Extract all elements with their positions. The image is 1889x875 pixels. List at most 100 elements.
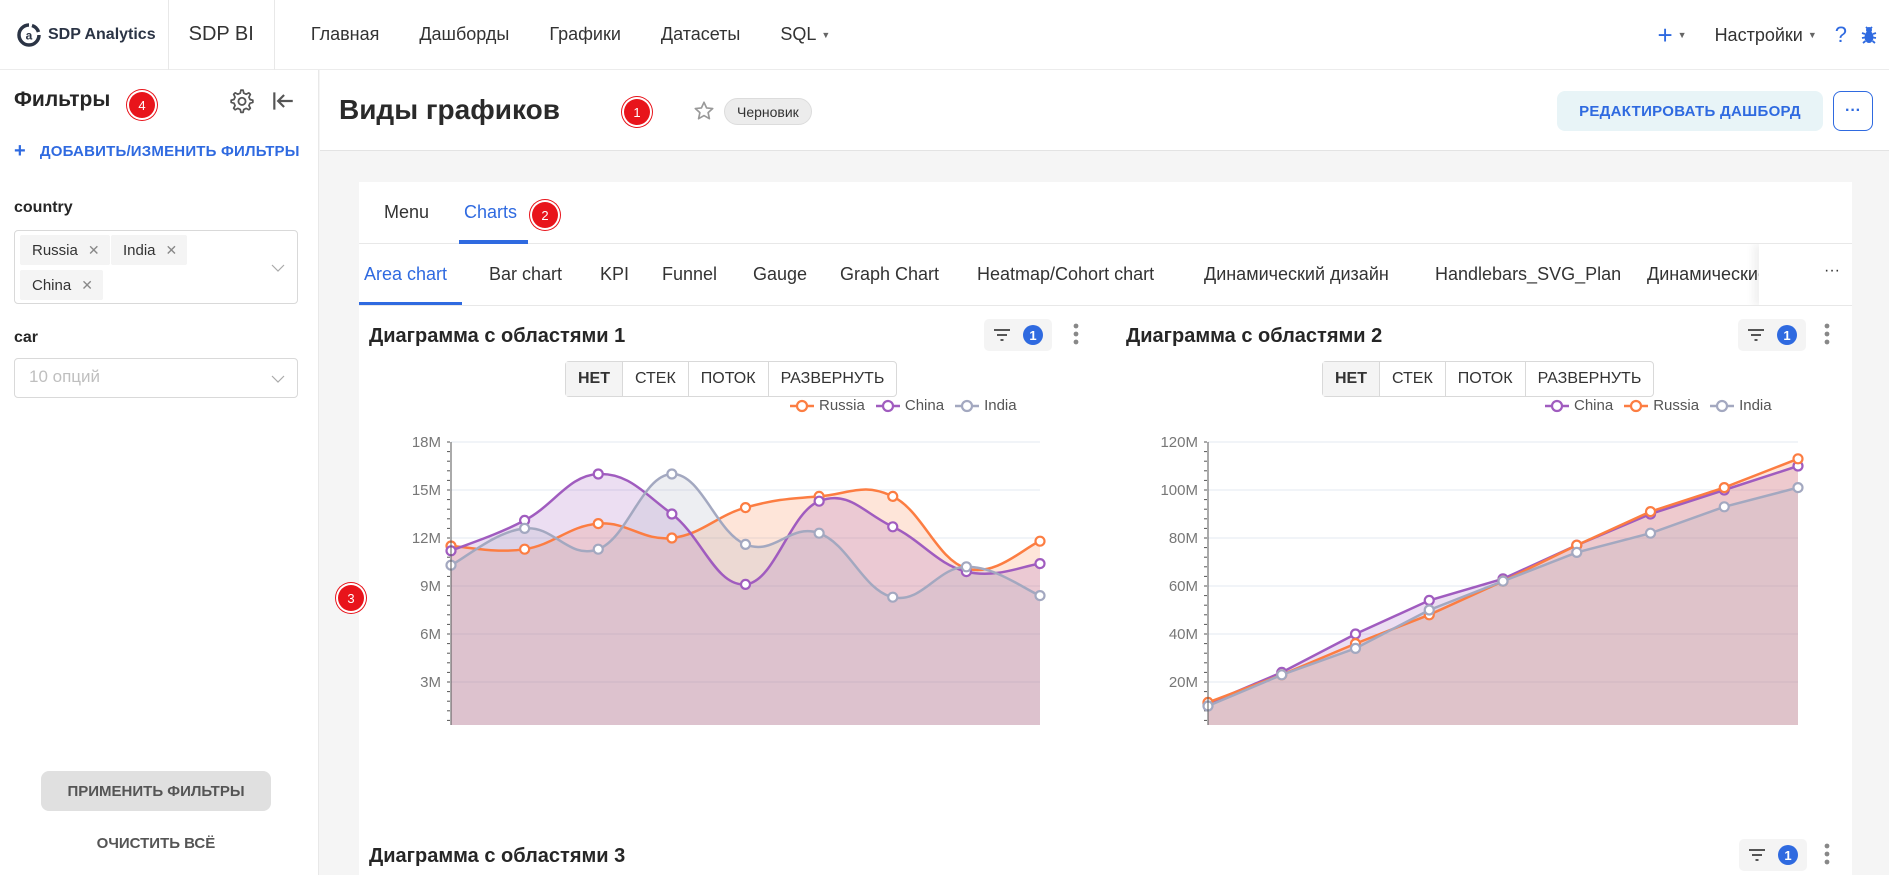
- dashboard-title: Виды графиков: [339, 94, 560, 125]
- more-tabs-button[interactable]: ···: [1824, 262, 1840, 280]
- settings-label: Настройки: [1714, 24, 1803, 45]
- country-multiselect[interactable]: Russia ✕ India ✕ China ✕: [14, 230, 298, 304]
- point-russia-2023[interactable]: [1792, 453, 1804, 465]
- point-india-2020[interactable]: [813, 527, 825, 539]
- area-chart-2: 020M40M60M80M100M120M2015201620172018201…: [1160, 434, 1804, 725]
- dashboard-content: Menu Charts 2 Area chart Bar chart KPI F…: [338, 182, 1852, 875]
- annotation-marker: 4: [129, 92, 155, 118]
- point-russia-2023[interactable]: [1034, 535, 1046, 547]
- top-tabs: Menu Charts 2: [359, 182, 1852, 244]
- tab-heatmap-cohort-chart[interactable]: Heatmap/Cohort chart: [977, 264, 1154, 285]
- star-icon[interactable]: [693, 100, 715, 122]
- create-new-button[interactable]: + ▼: [1657, 20, 1686, 51]
- main-menu: Главная Дашборды Графики Датасеты SQL ▼: [311, 24, 870, 45]
- add-edit-filters-button[interactable]: + ДОБАВИТЬ/ИЗМЕНИТЬ ФИЛЬТРЫ: [14, 140, 300, 163]
- point-india-2016[interactable]: [1276, 669, 1288, 681]
- remove-tag-icon[interactable]: ✕: [166, 242, 178, 259]
- y-tick-label: 60M: [1169, 578, 1198, 595]
- nav-item-datasets[interactable]: Датасеты: [661, 24, 740, 45]
- point-china-2020[interactable]: [813, 495, 825, 507]
- y-tick-label: 15M: [412, 482, 441, 499]
- point-india-2023[interactable]: [1792, 482, 1804, 494]
- active-tab-underline: [359, 302, 462, 305]
- tag-china: China ✕: [20, 270, 103, 300]
- point-india-2022[interactable]: [1718, 501, 1730, 513]
- tab-bar-chart[interactable]: Bar chart: [489, 264, 562, 285]
- edit-dashboard-button[interactable]: РЕДАКТИРОВАТЬ ДАШБОРД: [1557, 91, 1823, 131]
- point-india-2019[interactable]: [739, 538, 752, 550]
- point-india-2020[interactable]: [1571, 546, 1583, 558]
- point-russia-2016[interactable]: [519, 543, 531, 555]
- tab-graph-chart[interactable]: Graph Chart: [840, 264, 939, 285]
- point-india-2019[interactable]: [1497, 575, 1509, 587]
- chart-filter-indicator[interactable]: 1: [1739, 839, 1807, 871]
- nav-item-home[interactable]: Главная: [311, 24, 380, 45]
- more-actions-button[interactable]: ···: [1833, 91, 1873, 131]
- status-badge: Черновик: [724, 98, 812, 125]
- gear-icon[interactable]: [229, 88, 255, 114]
- area-chart-1: 03M6M9M12M15M18M201520162017201820192020…: [412, 434, 1046, 725]
- point-china-2017[interactable]: [592, 468, 604, 480]
- point-india-2017[interactable]: [592, 543, 604, 555]
- collapse-sidebar-icon[interactable]: [270, 88, 296, 114]
- point-russia-2021[interactable]: [1644, 506, 1657, 518]
- y-tick-label: 40M: [1169, 626, 1198, 643]
- help-icon[interactable]: ?: [1835, 22, 1847, 48]
- point-russia-2021[interactable]: [887, 490, 899, 502]
- point-china-2018[interactable]: [666, 508, 678, 520]
- point-china-2017[interactable]: [1349, 628, 1362, 640]
- settings-menu[interactable]: Настройки ▼: [1715, 25, 1817, 46]
- tab-charts[interactable]: Charts: [464, 202, 517, 223]
- tab-funnel[interactable]: Funnel: [662, 264, 717, 285]
- point-china-2019[interactable]: [739, 578, 752, 590]
- y-tick-label: 6M: [420, 626, 441, 643]
- chart-menu-icon[interactable]: [1822, 841, 1832, 869]
- apply-filters-button[interactable]: ПРИМЕНИТЬ ФИЛЬТРЫ: [41, 771, 271, 811]
- remove-tag-icon[interactable]: ✕: [81, 277, 93, 294]
- chart-type-tabs: Area chart Bar chart KPI Funnel Gauge Gr…: [359, 244, 1852, 306]
- caret-down-icon: ▼: [1807, 30, 1817, 40]
- filter-icon: [1749, 849, 1765, 861]
- bug-icon[interactable]: [1859, 25, 1879, 45]
- clear-all-button[interactable]: ОЧИСТИТЬ ВСЁ: [41, 828, 271, 858]
- point-india-2017[interactable]: [1349, 642, 1362, 654]
- remove-tag-icon[interactable]: ✕: [88, 242, 100, 259]
- y-tick-label: 9M: [420, 578, 441, 595]
- tab-handlebars-svg-plan[interactable]: Handlebars_SVG_Plan: [1435, 264, 1621, 285]
- tab-area-chart[interactable]: Area chart: [364, 264, 447, 285]
- tab-gauge[interactable]: Gauge: [753, 264, 807, 285]
- car-select[interactable]: 10 опций: [14, 358, 298, 398]
- nav-item-label: Главная: [310, 24, 380, 44]
- point-russia-2017[interactable]: [592, 518, 604, 530]
- caret-down-icon: ▼: [1677, 30, 1687, 40]
- point-india-2023[interactable]: [1034, 590, 1046, 602]
- nav-item-dashboards[interactable]: Дашборды: [419, 24, 509, 45]
- point-china-2018[interactable]: [1423, 594, 1435, 606]
- product-name[interactable]: SDP BI: [169, 0, 275, 70]
- y-tick-label: 3M: [420, 674, 441, 691]
- nav-item-charts[interactable]: Графики: [549, 24, 621, 45]
- tab-dynamic-design[interactable]: Динамический дизайн: [1204, 264, 1389, 285]
- point-russia-2018[interactable]: [666, 532, 678, 544]
- chart-panel-2: Диаграмма с областями 2 1 НЕТ СТЕК ПОТОК…: [1116, 319, 1852, 725]
- filter-count-badge: 1: [1778, 845, 1798, 865]
- tag-label: India: [123, 241, 156, 259]
- point-india-2016[interactable]: [519, 522, 531, 534]
- point-russia-2022[interactable]: [1718, 482, 1730, 494]
- tab-menu[interactable]: Menu: [384, 202, 429, 223]
- point-india-2022[interactable]: [960, 561, 972, 573]
- nav-item-sql[interactable]: SQL ▼: [780, 24, 830, 45]
- point-india-2021[interactable]: [887, 591, 899, 603]
- point-india-2018[interactable]: [1423, 604, 1435, 616]
- point-russia-2019[interactable]: [739, 502, 752, 514]
- point-india-2021[interactable]: [1644, 527, 1657, 539]
- dashboard-header: Виды графиков 1 Черновик РЕДАКТИРОВАТЬ Д…: [320, 70, 1889, 151]
- point-india-2018[interactable]: [666, 468, 678, 480]
- tab-kpi[interactable]: KPI: [600, 264, 629, 285]
- brand[interactable]: a SDP Analytics: [0, 0, 169, 70]
- filter-label-car: car: [14, 329, 39, 346]
- point-china-2021[interactable]: [887, 521, 899, 533]
- filters-sidebar: Фильтры 4 + ДОБАВИТЬ/ИЗМЕНИТЬ ФИЛЬТРЫ cou…: [0, 70, 319, 875]
- point-china-2023[interactable]: [1034, 558, 1046, 570]
- svg-text:a: a: [26, 28, 33, 42]
